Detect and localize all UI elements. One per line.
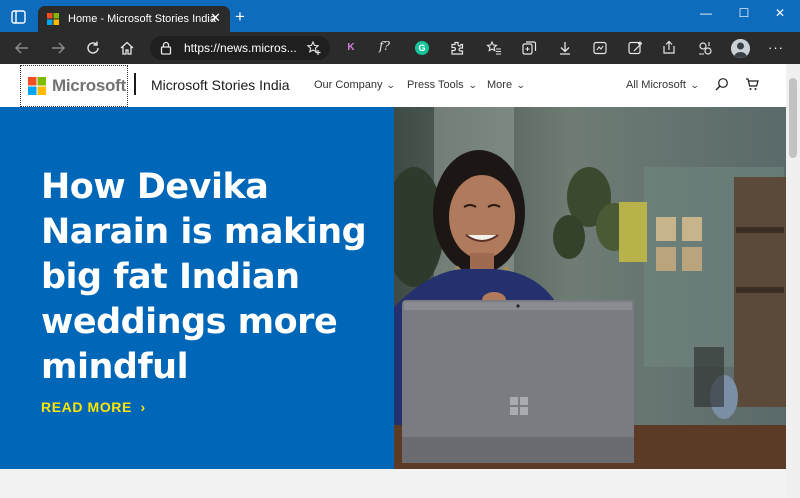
site-title[interactable]: Microsoft Stories India <box>151 77 290 93</box>
hero-photo[interactable] <box>394 107 786 469</box>
downloads-icon[interactable] <box>557 40 573 56</box>
tab-title: Home - Microsoft Stories India <box>68 13 216 25</box>
settings-sync-icon[interactable] <box>697 40 713 56</box>
hero-headline[interactable]: How Devika Narain is making big fat Indi… <box>41 165 371 390</box>
nav-our-company[interactable]: Our Company ⌄ <box>314 79 397 91</box>
url-text[interactable]: https://news.micros... <box>184 41 297 55</box>
tab-active[interactable]: Home - Microsoft Stories India ✕ <box>38 6 230 32</box>
web-capture-icon[interactable] <box>627 40 643 56</box>
collections-icon[interactable] <box>521 40 537 56</box>
cart-icon[interactable] <box>745 77 759 91</box>
microsoft-logo-icon <box>28 77 46 95</box>
add-favorite-icon[interactable] <box>306 40 322 56</box>
hero-panel: How Devika Narain is making big fat Indi… <box>0 107 394 469</box>
home-icon[interactable] <box>119 40 135 56</box>
chevron-down-icon: ⌄ <box>515 80 526 90</box>
read-more-link[interactable]: READ MORE › <box>41 399 146 415</box>
tab-actions-icon[interactable] <box>10 9 28 25</box>
new-tab-icon[interactable]: + <box>235 8 245 25</box>
forward-icon[interactable] <box>50 40 66 56</box>
close-window-icon[interactable]: ✕ <box>770 4 790 22</box>
scrollbar-thumb[interactable] <box>789 78 797 158</box>
nav-more[interactable]: More ⌄ <box>487 79 526 91</box>
favorites-icon[interactable] <box>486 40 502 56</box>
nav-press-tools[interactable]: Press Tools ⌄ <box>407 79 478 91</box>
nav-label: Press Tools <box>407 79 464 91</box>
share-icon[interactable] <box>661 40 677 56</box>
chevron-right-icon: › <box>140 399 146 415</box>
chevron-down-icon: ⌄ <box>386 80 397 90</box>
nav-label: All Microsoft <box>626 79 686 91</box>
profile-icon[interactable] <box>731 39 750 58</box>
grammarly-icon[interactable]: G <box>415 41 429 55</box>
nav-all-microsoft[interactable]: All Microsoft ⌄ <box>626 79 700 91</box>
site-header: Microsoft Microsoft Stories India Our Co… <box>0 64 786 107</box>
nav-label: More <box>487 79 513 91</box>
address-bar[interactable]: https://news.micros... <box>150 36 330 60</box>
menu-icon[interactable]: ··· <box>768 40 784 55</box>
extension-formula-icon[interactable]: f? <box>379 39 390 53</box>
minimize-icon[interactable]: — <box>696 4 716 22</box>
extensions-icon[interactable] <box>449 40 465 56</box>
hero-photo-illustration <box>394 107 786 469</box>
read-more-label: READ MORE <box>41 399 132 415</box>
microsoft-logo[interactable]: Microsoft <box>20 65 128 107</box>
chevron-down-icon: ⌄ <box>689 80 700 90</box>
nav-label: Our Company <box>314 79 383 91</box>
lock-icon[interactable] <box>160 41 172 55</box>
web-page: Microsoft Microsoft Stories India Our Co… <box>0 64 786 498</box>
search-icon[interactable] <box>715 77 729 91</box>
chevron-down-icon: ⌄ <box>467 80 478 90</box>
browser-tab-strip: Home - Microsoft Stories India ✕ + — ☐ ✕ <box>0 0 800 32</box>
browser-toolbar: https://news.micros... K f? G ··· <box>0 32 800 64</box>
screenshot-icon[interactable] <box>592 40 608 56</box>
header-divider <box>134 73 136 95</box>
back-icon[interactable] <box>14 40 30 56</box>
maximize-icon[interactable]: ☐ <box>734 4 754 22</box>
extension-k-icon[interactable]: K <box>344 40 358 56</box>
microsoft-favicon-icon <box>47 13 59 25</box>
page-scrollbar[interactable] <box>786 64 800 498</box>
microsoft-logo-text: Microsoft <box>52 76 126 95</box>
tab-close-icon[interactable]: ✕ <box>210 11 221 25</box>
refresh-icon[interactable] <box>85 40 101 56</box>
